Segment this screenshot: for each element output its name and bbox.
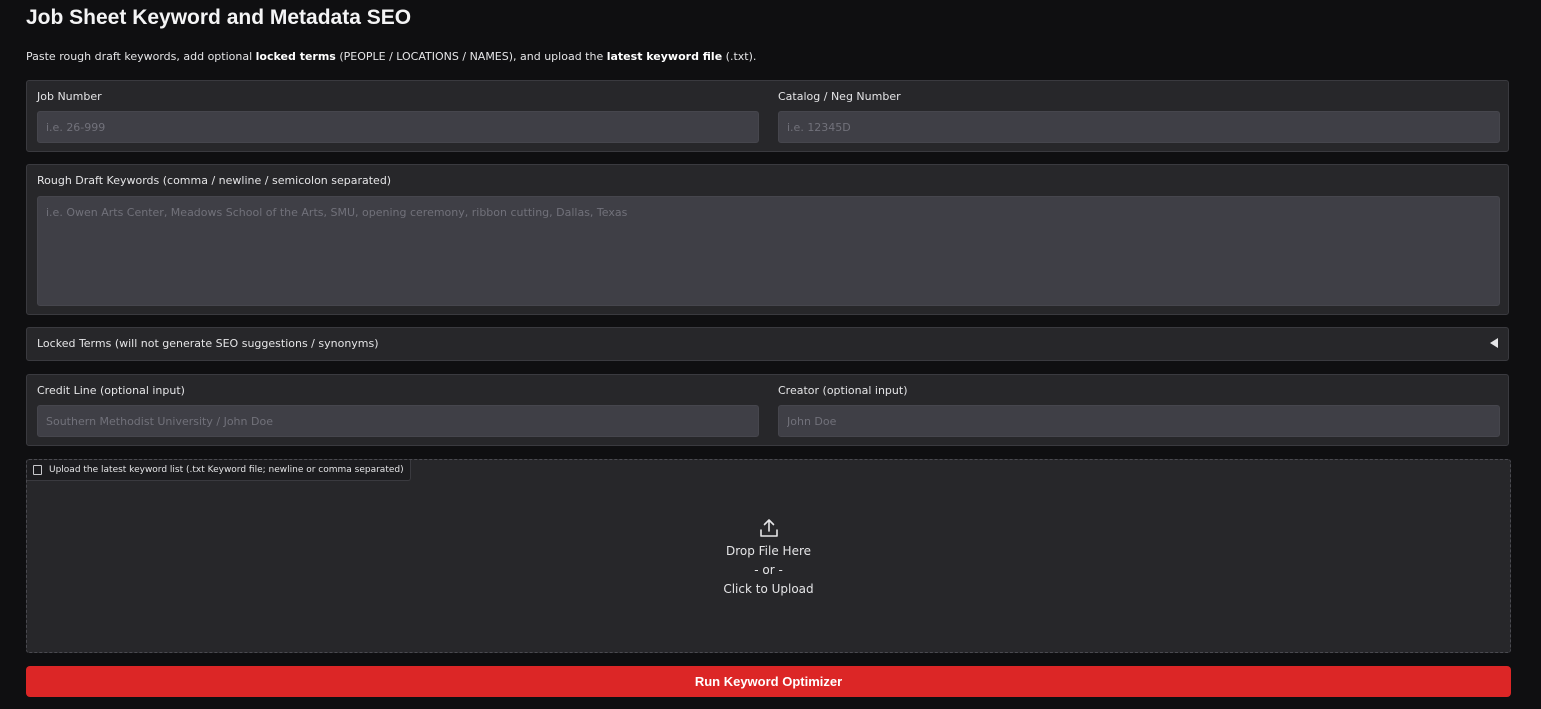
rough-draft-label: Rough Draft Keywords (comma / newline / …: [37, 174, 392, 187]
upload-label: Upload the latest keyword list (.txt Key…: [27, 460, 411, 481]
creator-input[interactable]: [778, 405, 1500, 437]
upload-label-text: Upload the latest keyword list (.txt Key…: [49, 465, 404, 475]
file-icon: [33, 465, 42, 475]
caret-left-icon[interactable]: [1490, 338, 1498, 348]
description-bold-keyword-file: latest keyword file: [606, 50, 723, 63]
creator-label: Creator (optional input): [778, 384, 908, 397]
drop-file-text: Drop File Here: [725, 544, 812, 558]
run-keyword-optimizer-button[interactable]: Run Keyword Optimizer: [26, 666, 1511, 697]
catalog-number-label: Catalog / Neg Number: [778, 90, 901, 103]
rough-draft-textarea[interactable]: [37, 196, 1500, 306]
page-description: Paste rough draft keywords, add optional…: [26, 50, 756, 63]
description-text-2: (PEOPLE / LOCATIONS / NAMES), and upload…: [335, 50, 607, 63]
file-upload-dropzone[interactable]: Upload the latest keyword list (.txt Key…: [26, 459, 1511, 653]
description-text-3: (.txt).: [722, 50, 757, 63]
credit-line-input[interactable]: [37, 405, 759, 437]
rough-draft-panel: Rough Draft Keywords (comma / newline / …: [26, 164, 1509, 315]
click-to-upload-text: Click to Upload: [723, 582, 814, 596]
job-number-input[interactable]: [37, 111, 759, 143]
locked-terms-label: Locked Terms (will not generate SEO sugg…: [37, 337, 379, 350]
description-text-1: Paste rough draft keywords, add optional: [26, 50, 256, 63]
credit-line-label: Credit Line (optional input): [37, 384, 185, 397]
job-ids-panel: Job Number Catalog / Neg Number: [26, 80, 1509, 152]
credit-panel: Credit Line (optional input) Creator (op…: [26, 374, 1509, 446]
upload-prompt: Drop File Here - or - Click to Upload: [27, 518, 1510, 599]
upload-icon: [759, 519, 778, 537]
job-number-label: Job Number: [37, 90, 102, 103]
description-bold-locked-terms: locked terms: [255, 50, 336, 63]
locked-terms-accordion[interactable]: Locked Terms (will not generate SEO sugg…: [26, 327, 1509, 361]
or-separator: - or -: [754, 563, 783, 577]
page-title: Job Sheet Keyword and Metadata SEO: [26, 6, 412, 29]
catalog-number-input[interactable]: [778, 111, 1500, 143]
